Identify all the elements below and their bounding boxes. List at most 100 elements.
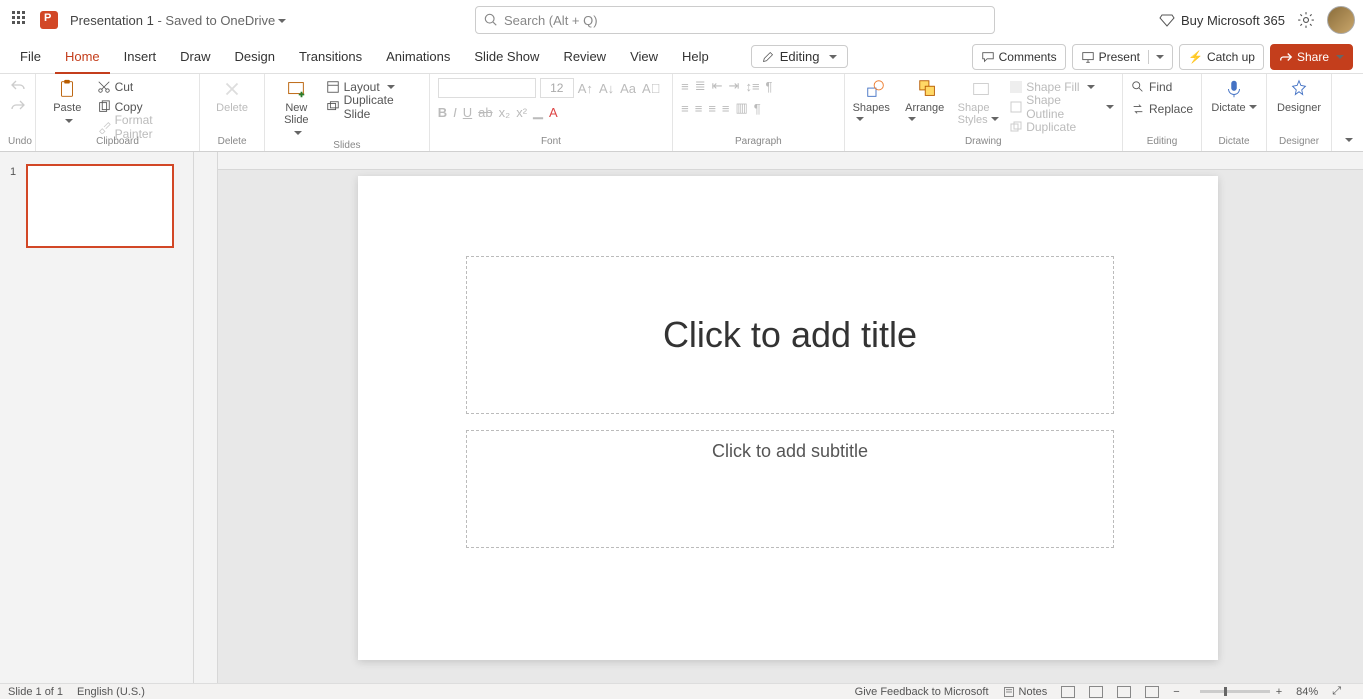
title-placeholder[interactable]: Click to add title: [466, 256, 1114, 414]
change-case-icon[interactable]: Aa: [620, 81, 636, 96]
decrease-indent-icon[interactable]: ⇤: [712, 78, 723, 94]
sorter-view-button[interactable]: [1089, 686, 1103, 698]
settings-icon[interactable]: [1297, 11, 1315, 29]
tab-transitions[interactable]: Transitions: [289, 40, 372, 74]
find-button[interactable]: Find: [1131, 78, 1172, 96]
italic-icon[interactable]: I: [453, 105, 457, 120]
align-left-icon[interactable]: ≡: [681, 101, 689, 116]
slide-counter[interactable]: Slide 1 of 1: [8, 686, 63, 698]
reading-view-button[interactable]: [1117, 686, 1131, 698]
language-status[interactable]: English (U.S.): [77, 686, 145, 698]
clear-format-icon[interactable]: A⃠: [642, 81, 660, 96]
group-drawing-label: Drawing: [853, 136, 1114, 149]
sorter-view-icon: [1089, 686, 1103, 698]
subtitle-placeholder[interactable]: Click to add subtitle: [466, 430, 1114, 548]
chevron-down-icon: [291, 128, 302, 140]
slideshow-view-button[interactable]: [1145, 686, 1159, 698]
font-color-icon[interactable]: A: [549, 105, 558, 120]
zoom-slider[interactable]: [1200, 690, 1270, 693]
comments-button[interactable]: Comments: [972, 44, 1066, 70]
catchup-button[interactable]: ⚡ Catch up: [1179, 44, 1264, 70]
rtl-icon[interactable]: ¶: [754, 101, 761, 116]
shapes-button[interactable]: Shapes: [853, 78, 900, 126]
app-launcher-icon[interactable]: [12, 11, 30, 29]
shape-outline-button[interactable]: Shape Outline: [1010, 98, 1114, 116]
superscript-icon[interactable]: x²: [516, 105, 527, 120]
editor-area: 1 Click to add title Click to add subtit…: [0, 152, 1363, 683]
buy-microsoft-365[interactable]: Buy Microsoft 365: [1159, 12, 1285, 28]
slide[interactable]: Click to add title Click to add subtitle: [358, 176, 1218, 660]
increase-indent-icon[interactable]: ⇥: [729, 78, 740, 94]
group-designer-label: Designer: [1275, 136, 1323, 149]
new-slide-button[interactable]: New Slide: [273, 78, 320, 140]
zoom-in-button[interactable]: +: [1276, 686, 1282, 698]
catchup-label: Catch up: [1207, 50, 1255, 64]
duplicate-slide-button[interactable]: Duplicate Slide: [326, 98, 421, 116]
justify-icon[interactable]: ≡: [722, 101, 730, 116]
font-name-input[interactable]: [438, 78, 536, 98]
paste-button[interactable]: Paste: [44, 78, 91, 128]
document-title[interactable]: Presentation 1 - Saved to OneDrive: [70, 13, 286, 28]
align-right-icon[interactable]: ≡: [708, 101, 716, 116]
fit-to-window-button[interactable]: ⤢: [1332, 685, 1341, 698]
arrange-button[interactable]: Arrange: [905, 78, 952, 126]
share-button[interactable]: Share: [1270, 44, 1353, 70]
tab-home[interactable]: Home: [55, 40, 110, 74]
tab-review[interactable]: Review: [553, 40, 616, 74]
slide-thumbnail-1[interactable]: [26, 164, 174, 248]
bullets-icon[interactable]: ≡: [681, 79, 689, 94]
increase-font-icon[interactable]: A↑: [578, 81, 593, 96]
tab-design[interactable]: Design: [225, 40, 285, 74]
brush-icon: [97, 120, 111, 134]
underline-icon[interactable]: U: [463, 105, 472, 120]
columns-icon[interactable]: ▥: [736, 100, 748, 116]
designer-button[interactable]: Designer: [1275, 78, 1323, 114]
decrease-font-icon[interactable]: A↓: [599, 81, 614, 96]
lightning-icon: ⚡: [1188, 50, 1203, 64]
shapes-icon: [865, 78, 887, 100]
slide-canvas-area[interactable]: Click to add title Click to add subtitle: [218, 152, 1363, 683]
search-icon: [1131, 80, 1145, 94]
duplicate-icon: [1010, 121, 1022, 133]
tab-insert[interactable]: Insert: [114, 40, 167, 74]
delete-button[interactable]: Delete: [208, 78, 256, 114]
editing-mode-button[interactable]: Editing: [751, 45, 848, 68]
dictate-button[interactable]: Dictate: [1210, 78, 1258, 114]
highlight-icon[interactable]: ▁: [533, 104, 543, 120]
zoom-level[interactable]: 84%: [1296, 686, 1318, 698]
tab-draw[interactable]: Draw: [170, 40, 220, 74]
normal-view-button[interactable]: [1061, 686, 1075, 698]
duplicate-shape-button[interactable]: Duplicate: [1010, 118, 1114, 136]
shape-styles-button[interactable]: Shape Styles: [958, 78, 1005, 126]
ribbon-expand-icon[interactable]: [1342, 132, 1353, 147]
zoom-out-button[interactable]: −: [1173, 686, 1179, 698]
redo-icon[interactable]: [10, 98, 26, 114]
feedback-link[interactable]: Give Feedback to Microsoft: [855, 686, 989, 698]
cut-button[interactable]: Cut: [97, 78, 191, 96]
user-avatar[interactable]: [1327, 6, 1355, 34]
replace-button[interactable]: Replace: [1131, 100, 1193, 118]
slide-thumbnail-pane[interactable]: 1: [0, 152, 194, 683]
tab-view[interactable]: View: [620, 40, 668, 74]
subscript-icon[interactable]: x₂: [499, 105, 511, 120]
search-box[interactable]: Search (Alt + Q): [475, 6, 995, 34]
tab-help[interactable]: Help: [672, 40, 719, 74]
bold-icon[interactable]: B: [438, 105, 447, 120]
text-direction-icon[interactable]: ¶: [766, 79, 773, 94]
font-size-input[interactable]: 12: [540, 78, 574, 98]
strike-icon[interactable]: ab: [478, 105, 492, 120]
format-painter-button[interactable]: Format Painter: [97, 118, 191, 136]
delete-icon: [221, 78, 243, 100]
notes-button[interactable]: Notes: [1003, 686, 1048, 698]
group-clipboard-label: Clipboard: [44, 136, 191, 149]
thumbnail-number: 1: [10, 166, 16, 178]
tab-animations[interactable]: Animations: [376, 40, 460, 74]
undo-icon[interactable]: [10, 78, 26, 94]
tab-slideshow[interactable]: Slide Show: [464, 40, 549, 74]
tab-file[interactable]: File: [10, 40, 51, 74]
vertical-ruler: [194, 152, 218, 683]
present-button[interactable]: Present: [1072, 44, 1173, 70]
line-spacing-icon[interactable]: ↕≡: [745, 79, 759, 94]
align-center-icon[interactable]: ≡: [695, 101, 703, 116]
numbering-icon[interactable]: ≣: [695, 78, 706, 94]
